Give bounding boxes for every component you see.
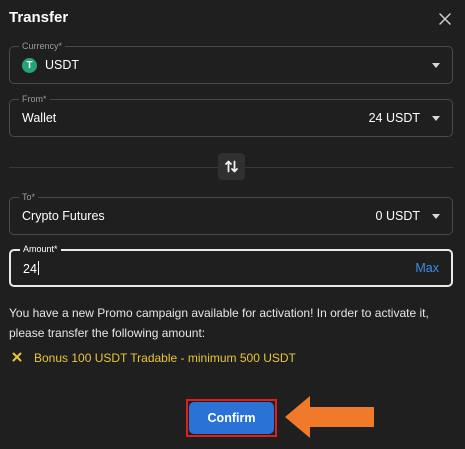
from-value: Wallet [22,111,57,125]
max-button[interactable]: Max [415,261,439,275]
transfer-modal: Transfer Currency* T USDT From* Wallet 2… [0,0,465,449]
tether-icon: T [22,58,37,73]
currency-select[interactable]: Currency* T USDT [9,40,453,84]
swap-button[interactable] [218,153,245,180]
to-select[interactable]: To* Crypto Futures 0 USDT [9,191,453,235]
arrow-left-icon [285,396,374,438]
from-label: From* [19,93,50,105]
chevron-down-icon [432,63,440,68]
chevron-down-icon [432,116,440,121]
from-balance: 24 USDT [368,111,420,125]
bonus-item: Bonus 100 USDT Tradable - minimum 500 US… [12,351,296,365]
amount-field[interactable]: 24 [23,261,39,276]
currency-value: USDT [45,58,80,72]
to-label: To* [19,191,39,203]
to-balance: 0 USDT [375,209,420,223]
from-select[interactable]: From* Wallet 24 USDT [9,93,453,137]
bonus-text: Bonus 100 USDT Tradable - minimum 500 US… [34,351,296,365]
close-icon[interactable] [437,11,453,27]
currency-label: Currency* [19,40,66,52]
x-icon [12,351,24,365]
promo-message: You have a new Promo campaign available … [9,306,429,340]
text-cursor [37,261,39,275]
amount-label: Amount* [20,243,61,255]
to-value: Crypto Futures [22,209,105,223]
confirm-button[interactable]: Confirm [189,402,274,434]
amount-input[interactable]: Amount* 24 Max [9,243,453,287]
chevron-down-icon [432,214,440,219]
swap-vertical-icon [225,160,238,173]
amount-value: 24 [23,262,37,276]
modal-title: Transfer [9,9,69,26]
